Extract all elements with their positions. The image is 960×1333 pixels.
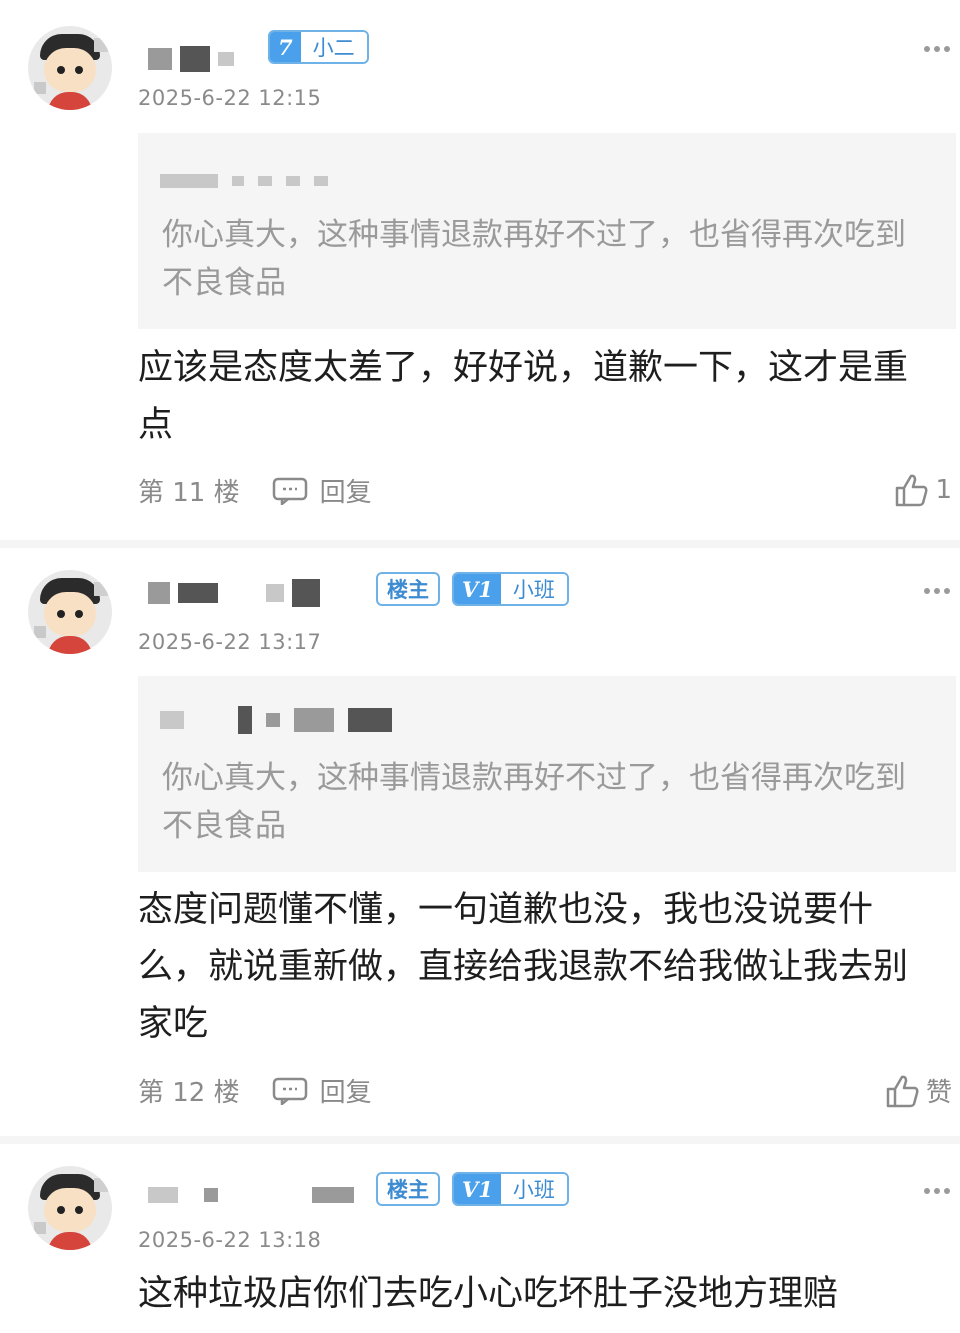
quoted-comment[interactable]: 你心真大，这种事情退款再好不过了，也省得再次吃到不良食品 [138, 676, 956, 872]
comment-meta: 第 11 楼 回复 [138, 472, 372, 509]
like-count: 1 [935, 475, 952, 505]
reply-label: 回复 [319, 1078, 372, 1108]
quoted-comment[interactable]: 你心真大，这种事情退款再好不过了，也省得再次吃到不良食品 [138, 133, 956, 329]
floor-number: 第 12 楼 [138, 1078, 240, 1108]
quoted-username-obscured [160, 173, 328, 189]
level-number: V1 [454, 1174, 501, 1204]
reply-button[interactable]: 回复 [272, 1072, 372, 1109]
avatar[interactable] [28, 26, 112, 110]
username-obscured[interactable] [148, 578, 320, 608]
reply-icon [272, 477, 307, 505]
floor-number: 第 11 楼 [138, 478, 240, 508]
timestamp: 2025-6-22 13:18 [138, 1228, 322, 1252]
like-label: 赞 [925, 1078, 952, 1108]
comment-body: 这种垃圾店你们去吃小心吃坏肚子没地方理赔 [138, 1274, 839, 1314]
level-number: 7 [270, 32, 301, 62]
comment-item: 7 小二 2025-6-22 12:15 你心真大，这种事情退款再好不过了，也省… [0, 0, 960, 540]
more-icon[interactable] [924, 44, 950, 54]
level-number: V1 [454, 574, 501, 604]
comment-item: 楼主 V1 小班 2025-6-22 13:18 这种垃圾店你们去吃小心吃坏肚子… [0, 1144, 960, 1333]
reply-icon [272, 1077, 307, 1105]
level-badge: V1 小班 [452, 572, 569, 606]
level-badge: V1 小班 [452, 1172, 569, 1206]
level-rank: 小班 [500, 1174, 567, 1204]
comment-meta: 第 12 楼 回复 [138, 1072, 372, 1109]
quoted-text: 你心真大，这种事情退款再好不过了，也省得再次吃到不良食品 [162, 760, 906, 844]
quoted-username-obscured [160, 706, 392, 734]
like-button[interactable]: 赞 [884, 1072, 952, 1109]
divider [0, 540, 960, 548]
avatar[interactable] [28, 570, 112, 654]
timestamp: 2025-6-22 13:17 [138, 630, 322, 654]
comment-body: 态度问题懂不懂，一句道歉也没，我也没说要什么，就说重新做，直接给我退款不给我做让… [138, 890, 909, 1044]
comment-body: 应该是态度太差了，好好说，道歉一下，这才是重点 [138, 348, 909, 445]
like-icon [886, 1075, 919, 1107]
like-button[interactable]: 1 [893, 472, 952, 508]
level-rank: 小班 [500, 574, 567, 604]
avatar[interactable] [28, 1166, 112, 1250]
reply-label: 回复 [319, 478, 372, 508]
like-icon [896, 474, 928, 507]
level-badge: 7 小二 [268, 30, 369, 64]
level-rank: 小二 [300, 32, 367, 62]
divider [0, 1136, 960, 1144]
quoted-text: 你心真大，这种事情退款再好不过了，也省得再次吃到不良食品 [162, 217, 906, 301]
timestamp: 2025-6-22 12:15 [138, 86, 322, 110]
owner-badge: 楼主 [376, 572, 440, 606]
username-obscured[interactable] [148, 1180, 354, 1210]
more-icon[interactable] [924, 1186, 950, 1196]
username-obscured[interactable] [148, 44, 234, 74]
comment-item: 楼主 V1 小班 2025-6-22 13:17 你心真大，这种事情退款再好不过… [0, 548, 960, 1136]
owner-badge: 楼主 [376, 1172, 440, 1206]
reply-button[interactable]: 回复 [272, 472, 372, 509]
more-icon[interactable] [924, 586, 950, 596]
